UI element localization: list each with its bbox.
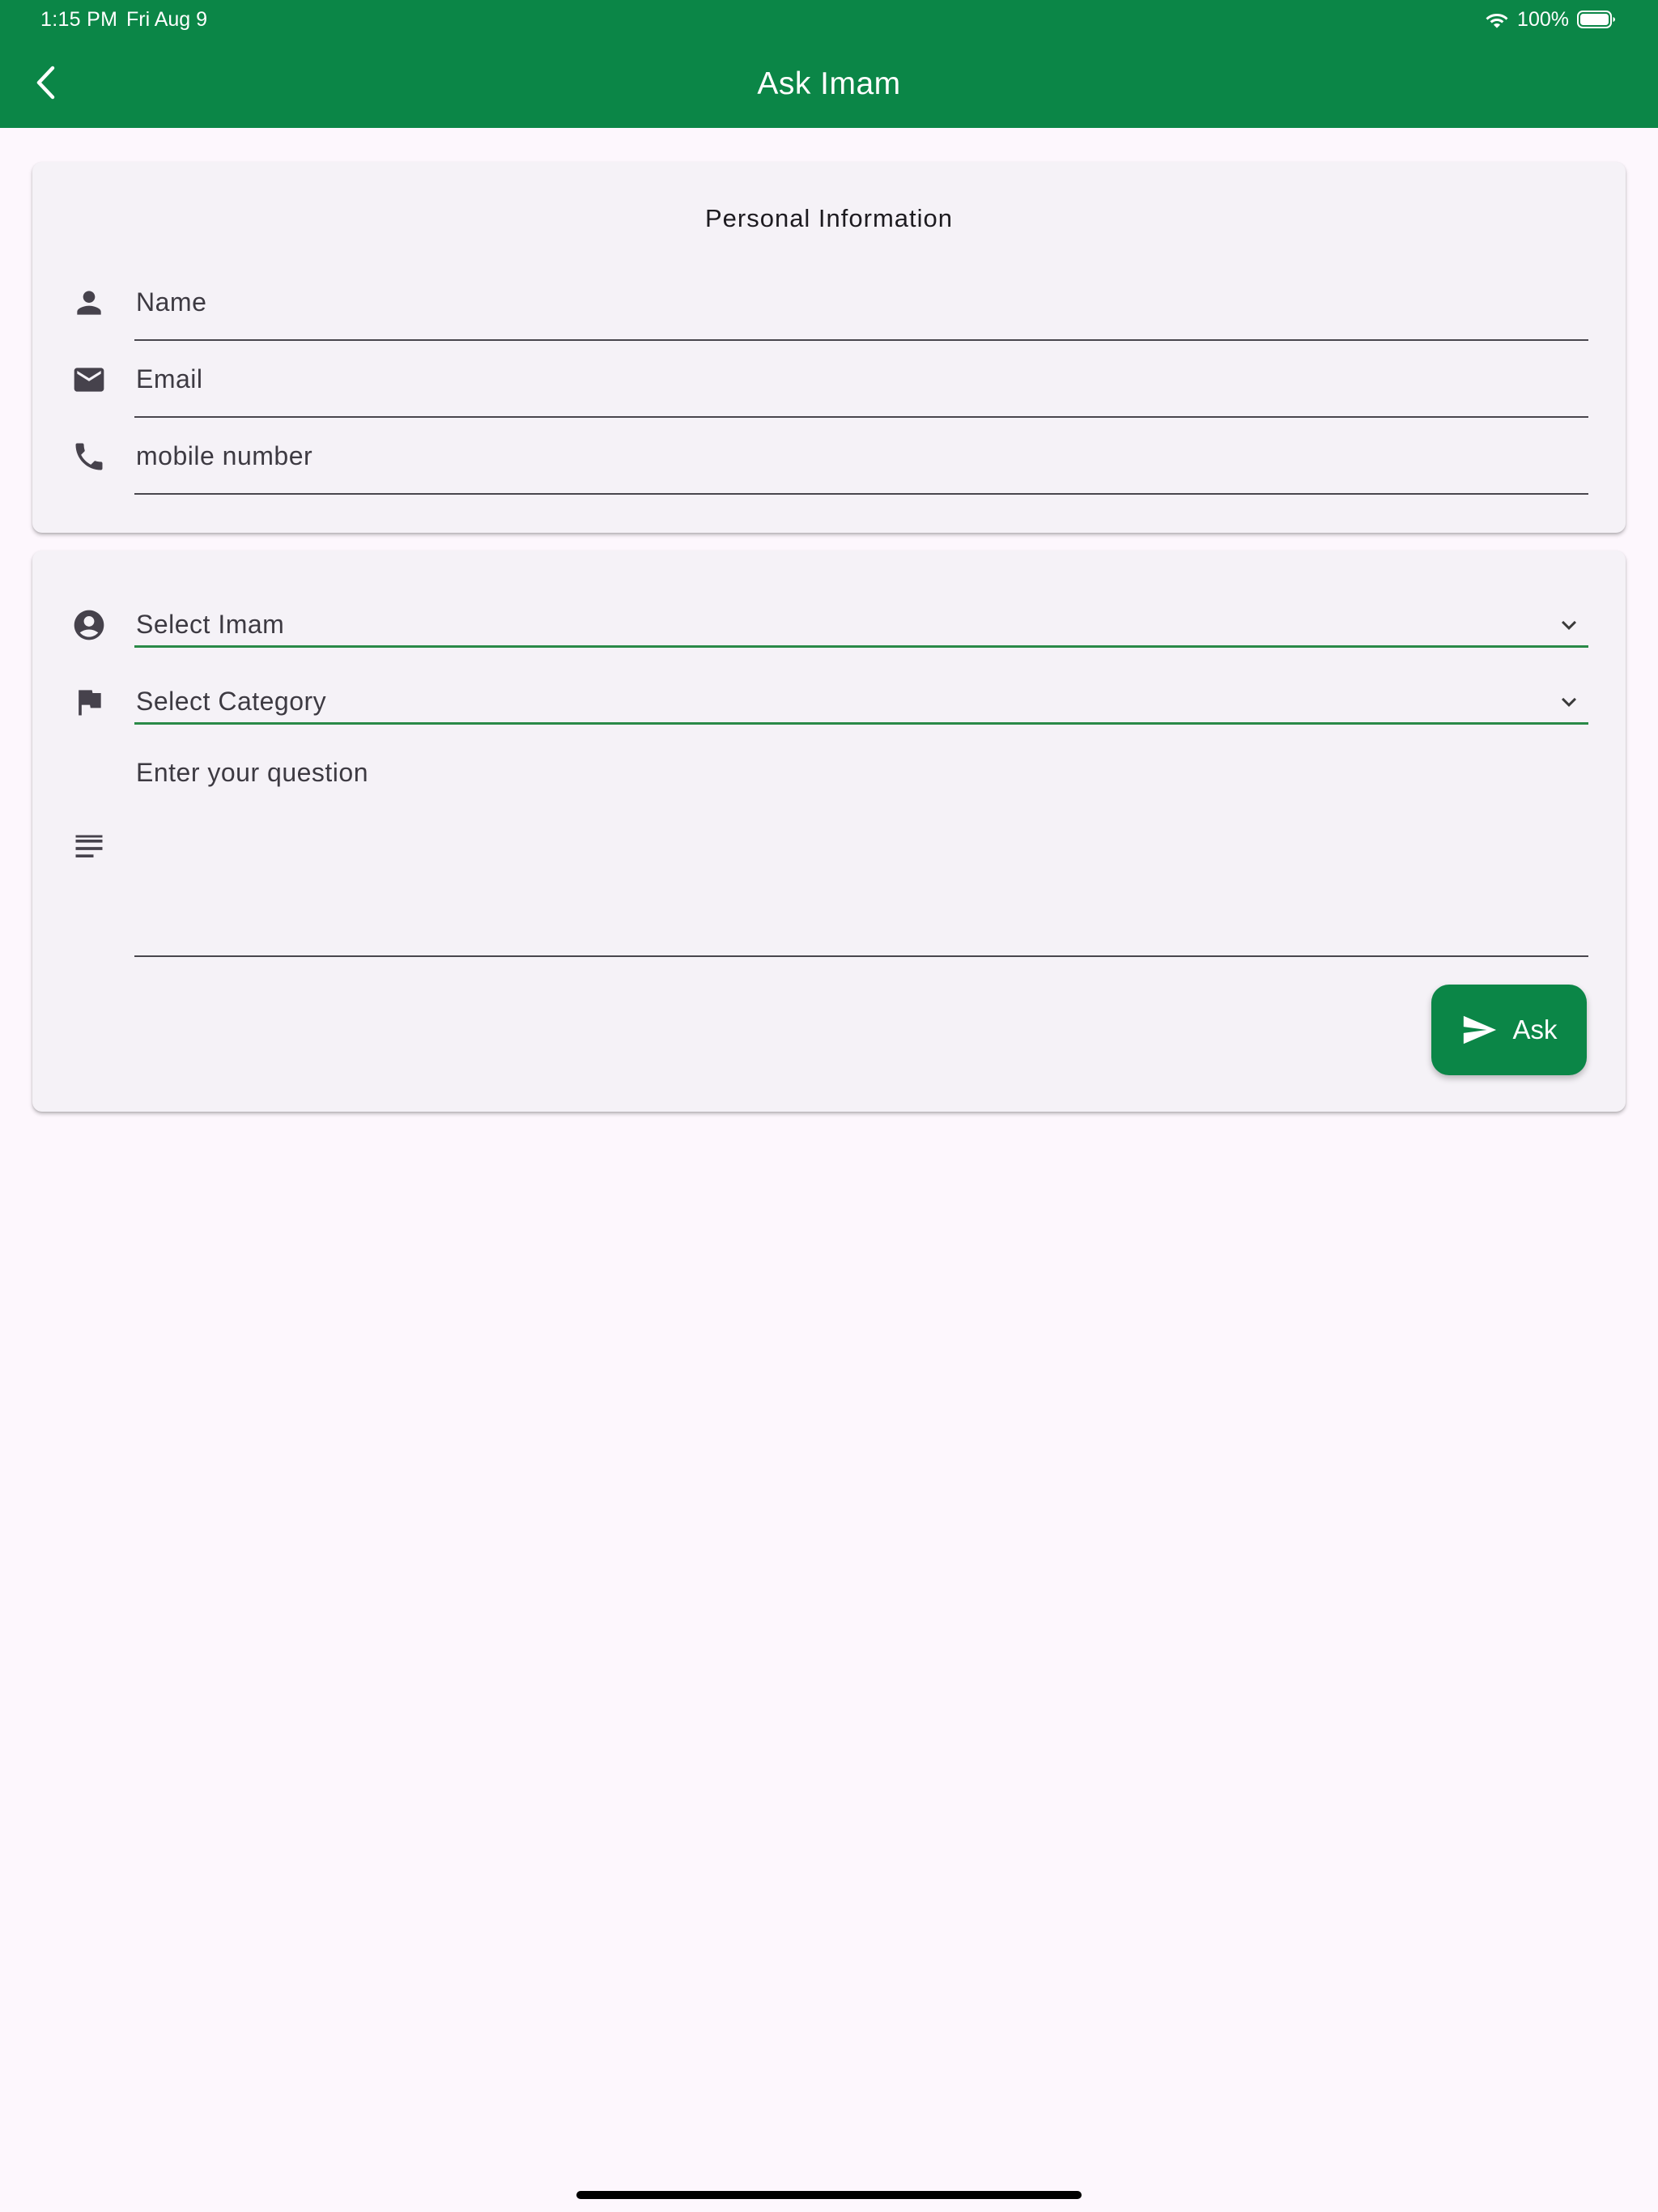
section-title: Personal Information — [704, 204, 954, 232]
wifi-icon — [1486, 14, 1508, 28]
mobile-field-underline — [134, 493, 1588, 495]
category-dropdown-underline — [134, 722, 1588, 725]
imam-dropdown-underline — [134, 645, 1588, 648]
flag-icon — [71, 684, 107, 720]
account-circle-icon — [71, 607, 107, 643]
question-card: Select Imam Select Category Enter your q… — [32, 551, 1626, 1112]
email-field[interactable]: Email — [136, 364, 203, 394]
status-time: 1:15 PM — [40, 8, 118, 31]
select-category-dropdown[interactable]: Select Category — [136, 687, 326, 717]
chevron-down-icon[interactable] — [1554, 610, 1584, 640]
name-field-underline — [134, 339, 1588, 341]
home-indicator — [576, 2191, 1082, 2199]
question-field-underline — [134, 955, 1588, 957]
personal-info-card: Personal Information Name Email mobile n… — [32, 162, 1626, 533]
status-indicators: 100% — [1485, 6, 1616, 32]
mobile-number-field[interactable]: mobile number — [136, 441, 312, 471]
battery-icon — [1577, 11, 1615, 28]
chevron-down-icon[interactable] — [1554, 687, 1584, 717]
person-icon — [71, 285, 107, 321]
status-date: Fri Aug 9 — [126, 8, 208, 31]
send-icon — [1464, 1015, 1497, 1044]
ask-button[interactable]: Ask — [1431, 985, 1587, 1075]
email-field-underline — [134, 416, 1588, 418]
page-title: Ask Imam — [757, 66, 901, 101]
ask-button-label: Ask — [1512, 1015, 1558, 1044]
select-imam-dropdown[interactable]: Select Imam — [136, 610, 284, 640]
app-bar: 1:15 PM Fri Aug 9 100% Ask Imam — [0, 0, 1658, 128]
question-textarea[interactable] — [134, 745, 1588, 955]
mail-icon — [71, 362, 107, 398]
battery-percentage: 100% — [1517, 7, 1569, 31]
phone-icon — [71, 439, 107, 474]
name-field[interactable]: Name — [136, 287, 206, 317]
notes-icon — [71, 831, 107, 866]
